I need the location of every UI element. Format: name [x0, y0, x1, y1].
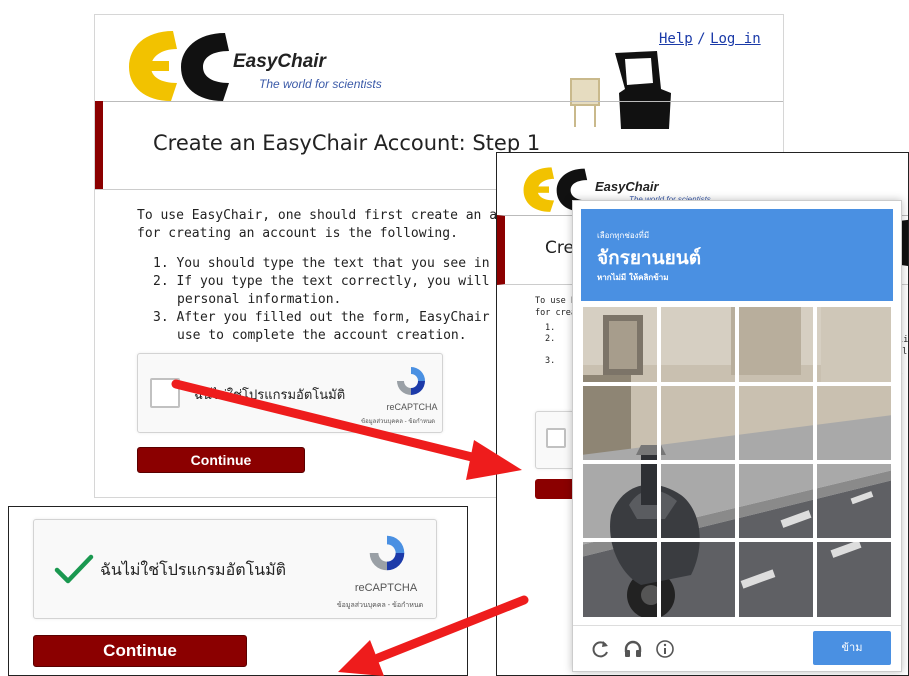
step-num-2: 2.: [545, 334, 556, 344]
help-link[interactable]: Help: [659, 31, 693, 47]
intro-line-1: To use EasyChair, one should first creat…: [137, 208, 544, 223]
recaptcha-label-checked: ฉันไม่ใช่โปรแกรมอัตโนมัติ: [100, 560, 287, 579]
grid-cell[interactable]: [659, 384, 737, 462]
challenge-instruction: เลือกทุกช่องที่มี: [597, 231, 650, 240]
logo-name-small: EasyChair: [595, 179, 659, 194]
skip-button[interactable]: ข้าม: [813, 631, 891, 665]
challenge-target: จักรยานยนต์: [597, 247, 702, 269]
recaptcha-privacy-terms-large[interactable]: ข้อมูลส่วนบุคคล - ข้อกำหนด: [324, 600, 436, 611]
logo-tagline: The world for scientists: [259, 77, 382, 91]
reload-icon[interactable]: [591, 639, 611, 659]
continue-button-large[interactable]: Continue: [33, 635, 247, 667]
steps-partial: 1. 2. 3.: [545, 323, 555, 367]
easychair-logo[interactable]: EasyChair The world for scientists: [125, 25, 385, 105]
recaptcha-checkbox[interactable]: [150, 378, 180, 408]
grid-cell[interactable]: [659, 540, 737, 619]
steps-list: 1. You should type the text that you see…: [153, 255, 552, 345]
recaptcha-logo-icon: [397, 367, 425, 395]
grid-cell[interactable]: [659, 462, 737, 540]
step-3: 3. After you filled out the form, EasyCh…: [153, 310, 553, 325]
grid-cell[interactable]: [581, 462, 659, 540]
page-title-partial: Cre: [545, 238, 574, 258]
page-title: Create an EasyChair Account: Step 1: [153, 131, 541, 155]
recaptcha-checkbox-partial[interactable]: [546, 428, 566, 448]
checkmark-icon: [54, 554, 94, 584]
step-2-cont: personal information.: [177, 292, 342, 307]
grid-cell[interactable]: [737, 462, 815, 540]
recaptcha-logo-icon-large: [369, 535, 405, 571]
recaptcha-label: ฉันไม่ใช่โปรแกรมอัตโนมัติ: [194, 388, 346, 403]
challenge-footer-divider: [573, 625, 901, 626]
grid-cell[interactable]: [581, 305, 659, 384]
link-separator: /: [697, 31, 706, 47]
step-3-cont: use to complete the account creation.: [177, 328, 467, 343]
recaptcha-brand-large: reCAPTCHA: [354, 582, 418, 594]
intro-line-2: for creating an account is the following…: [137, 226, 458, 241]
recaptcha-widget-checked: ฉันไม่ใช่โปรแกรมอัตโนมัติ reCAPTCHA ข้อม…: [33, 519, 437, 619]
recaptcha-privacy-terms[interactable]: ข้อมูลส่วนบุคคล - ข้อกำหนด: [348, 416, 448, 426]
grid-cell[interactable]: [815, 305, 893, 384]
login-link[interactable]: Log in: [710, 31, 761, 47]
grid-cell[interactable]: [581, 384, 659, 462]
grid-cell[interactable]: [659, 305, 737, 384]
grid-cell[interactable]: [737, 305, 815, 384]
logo-name: EasyChair: [233, 51, 326, 72]
grid-cell[interactable]: [581, 540, 659, 619]
info-icon[interactable]: [655, 639, 675, 659]
headphones-icon[interactable]: [623, 639, 643, 659]
grid-cell[interactable]: [815, 462, 893, 540]
grid-cell[interactable]: [737, 540, 815, 619]
step-num-1: 1.: [545, 323, 556, 333]
challenge-image: [581, 305, 893, 619]
challenge-header: เลือกทุกช่องที่มี จักรยานยนต์ หากไม่มี ใ…: [581, 209, 893, 301]
intro-text: To use EasyChair, one should first creat…: [137, 207, 544, 243]
continue-button[interactable]: Continue: [137, 447, 305, 473]
recaptcha-widget: ฉันไม่ใช่โปรแกรมอัตโนมัติ reCAPTCHA ข้อม…: [137, 353, 443, 433]
recaptcha-brand: reCAPTCHA: [386, 402, 438, 412]
step-2: 2. If you type the text correctly, you w…: [153, 274, 553, 289]
grid-cell[interactable]: [815, 384, 893, 462]
intro-partial: To use E for crea: [535, 296, 576, 318]
challenge-hint: หากไม่มี ให้คลิกข้าม: [597, 273, 669, 282]
top-links: Help / Log in: [659, 31, 761, 47]
grid-cell[interactable]: [815, 540, 893, 619]
step-1: 1. You should type the text that you see…: [153, 256, 545, 271]
recaptcha-challenge: เลือกทุกช่องที่มี จักรยานยนต์ หากไม่มี ใ…: [572, 200, 902, 672]
ec-logo-icon: [129, 31, 229, 101]
result-zoom-window: ฉันไม่ใช่โปรแกรมอัตโนมัติ reCAPTCHA ข้อม…: [8, 506, 468, 676]
step-num-3: 3.: [545, 356, 556, 366]
grid-cell[interactable]: [737, 384, 815, 462]
